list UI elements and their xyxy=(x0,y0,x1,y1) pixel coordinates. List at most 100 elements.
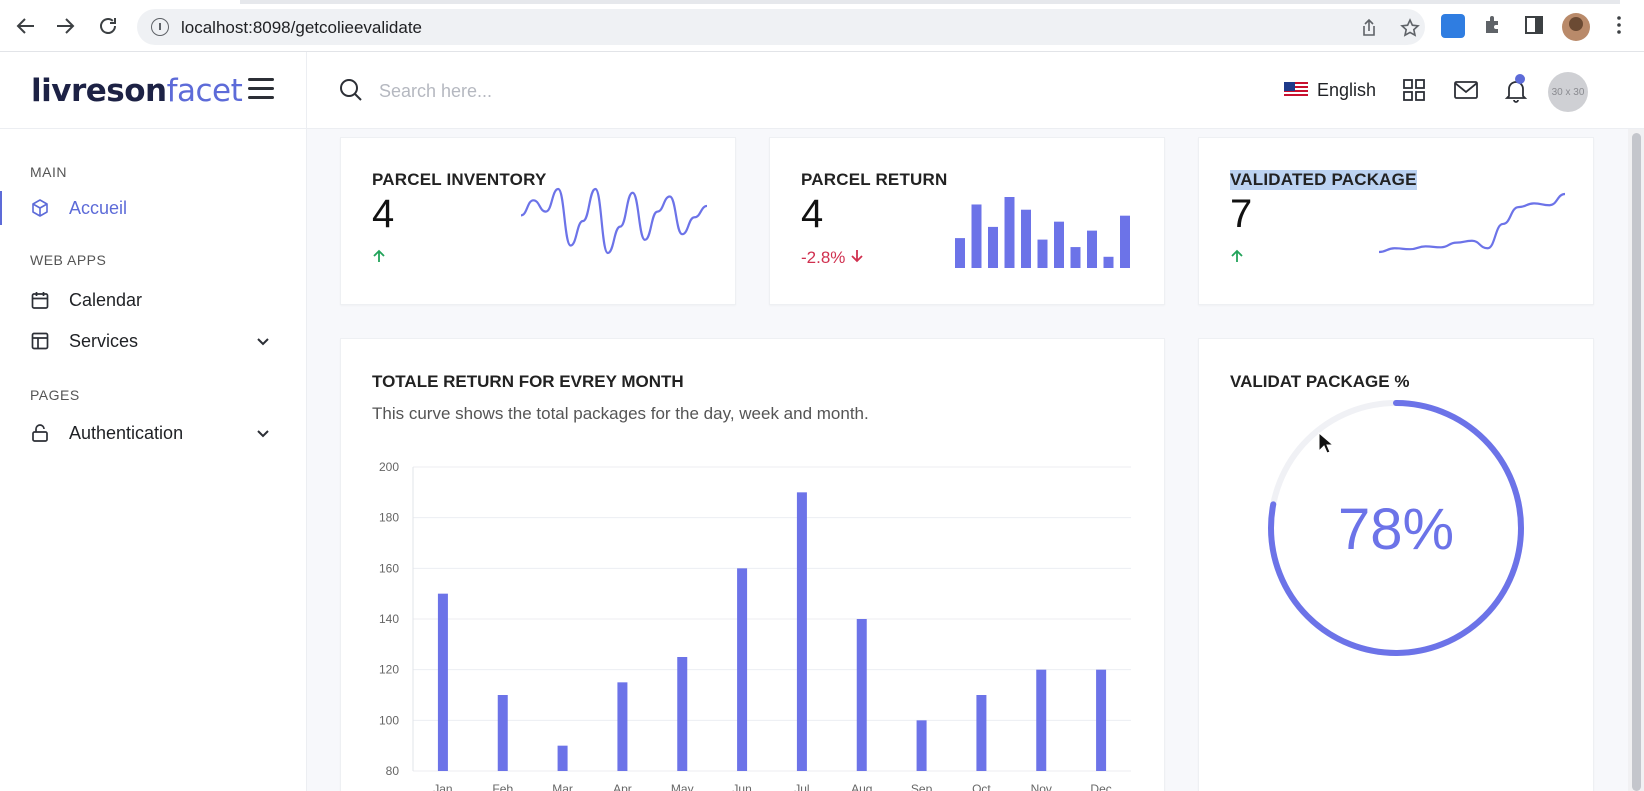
stat-card-value: 4 xyxy=(801,192,824,236)
mail-icon[interactable] xyxy=(1453,78,1479,104)
spark-bar xyxy=(1054,221,1064,268)
spark-bar xyxy=(988,226,998,268)
section-pages: PAGES xyxy=(30,387,80,403)
stat-card-parcel-return: PARCEL RETURN 4 -2.8% xyxy=(769,137,1165,305)
side-panel-icon[interactable] xyxy=(1523,14,1547,38)
sidebar: livresonfacet MAIN Accueil WEB APPS Cale… xyxy=(0,52,307,791)
browser-menu-icon[interactable] xyxy=(1608,14,1632,38)
spark-bar xyxy=(1103,256,1114,268)
stat-card-value: 4 xyxy=(372,192,395,236)
stat-card-value: 7 xyxy=(1230,192,1253,236)
address-bar[interactable]: localhost:8098/getcolieevalidate xyxy=(137,9,1425,45)
lock-icon xyxy=(30,423,50,443)
y-tick-label: 80 xyxy=(386,764,400,778)
y-tick-label: 140 xyxy=(379,612,399,626)
logo[interactable]: livresonfacet xyxy=(31,73,243,109)
bar-jun[interactable] xyxy=(737,568,748,771)
sidebar-item-services[interactable]: Services xyxy=(0,324,307,358)
profile-avatar[interactable] xyxy=(1562,13,1590,41)
bookmark-star-icon[interactable] xyxy=(1400,18,1420,38)
x-tick-label: Apr xyxy=(613,782,632,791)
tab-strip xyxy=(240,0,1620,4)
arrow-up-icon xyxy=(373,249,385,262)
mouse-cursor-icon xyxy=(1318,432,1334,454)
logo-area: livresonfacet xyxy=(0,52,307,129)
us-flag-icon[interactable] xyxy=(1284,82,1308,98)
bar-dec[interactable] xyxy=(1096,669,1107,771)
extensions-puzzle-icon[interactable] xyxy=(1482,14,1506,38)
spark-bar xyxy=(1120,215,1130,268)
x-tick-label: Jan xyxy=(433,782,452,791)
sparkline-parcel-return xyxy=(955,197,1130,268)
notification-badge xyxy=(1515,74,1525,84)
spark-bar xyxy=(1070,247,1081,268)
x-tick-label: Nov xyxy=(1031,782,1052,791)
x-tick-label: Sep xyxy=(911,782,933,791)
active-indicator xyxy=(0,191,2,225)
spark-bar xyxy=(955,238,965,268)
bar-mar[interactable] xyxy=(557,745,568,771)
search-input[interactable] xyxy=(379,76,679,106)
y-tick-label: 180 xyxy=(379,511,399,525)
avatar[interactable]: 30 x 30 xyxy=(1548,72,1588,112)
arrow-up-icon xyxy=(1231,249,1243,262)
sidebar-item-label: Authentication xyxy=(69,422,184,443)
chevron-down-icon xyxy=(256,334,270,348)
bar-apr[interactable] xyxy=(617,682,628,771)
back-icon[interactable] xyxy=(14,14,38,38)
bar-jul[interactable] xyxy=(796,492,807,771)
bar-oct[interactable] xyxy=(976,695,987,771)
logo-bold-text: livreson xyxy=(31,73,167,109)
x-tick-label: Mar xyxy=(552,782,573,791)
share-icon[interactable] xyxy=(1359,18,1379,38)
stat-card-parcel-inventory: PARCEL INVENTORY 4 xyxy=(340,137,736,305)
sidebar-item-accueil[interactable]: Accueil xyxy=(0,191,307,225)
monthly-return-chart-card: TOTALE RETURN FOR EVREY MONTH This curve… xyxy=(340,338,1165,791)
language-selector[interactable]: English xyxy=(1317,80,1376,101)
browser-toolbar: localhost:8098/getcolieevalidate xyxy=(0,0,1644,52)
trend-indicator: -2.8% xyxy=(801,248,864,268)
forward-icon[interactable] xyxy=(53,14,77,38)
spark-bar xyxy=(1021,209,1031,268)
y-tick-label: 100 xyxy=(379,713,399,727)
spark-bar xyxy=(1087,230,1097,268)
y-tick-label: 120 xyxy=(379,663,399,677)
bar-aug[interactable] xyxy=(856,619,867,771)
scrollbar-thumb[interactable] xyxy=(1632,133,1641,791)
x-tick-label: Jul xyxy=(794,782,809,791)
calendar-icon xyxy=(30,290,50,310)
extension-fi-icon[interactable] xyxy=(1441,14,1465,38)
gauge-value: 78% xyxy=(1338,497,1454,562)
sidebar-item-calendar[interactable]: Calendar xyxy=(0,283,307,317)
bar-nov[interactable] xyxy=(1036,669,1047,771)
x-tick-label: May xyxy=(671,782,694,791)
x-tick-label: Jun xyxy=(732,782,751,791)
x-tick-label: Dec xyxy=(1090,782,1111,791)
bar-may[interactable] xyxy=(677,657,688,771)
menu-toggle-icon[interactable] xyxy=(248,78,274,100)
site-info-icon[interactable] xyxy=(151,18,169,36)
x-tick-label: Oct xyxy=(972,782,991,791)
search-icon[interactable] xyxy=(339,78,363,102)
bar-jan[interactable] xyxy=(437,593,448,771)
spark-bar xyxy=(1037,239,1048,268)
monthly-bar-chart: 80 100 120 140 160 180 200 Jan Feb Mar Apr May Jun Ju… xyxy=(379,460,1131,791)
trend-indicator xyxy=(372,248,386,268)
apps-grid-icon[interactable] xyxy=(1402,78,1428,104)
spark-bar xyxy=(1004,197,1015,268)
url-text: localhost:8098/getcolieevalidate xyxy=(181,18,423,37)
section-web-apps: WEB APPS xyxy=(30,252,107,268)
bar-sep[interactable] xyxy=(916,720,927,771)
y-tick-label: 200 xyxy=(379,460,399,474)
logo-light-text: facet xyxy=(166,73,243,109)
top-header: English 30 x 30 xyxy=(307,52,1644,129)
sidebar-item-authentication[interactable]: Authentication xyxy=(0,416,307,450)
reload-icon[interactable] xyxy=(96,14,120,38)
arrow-down-icon xyxy=(851,250,863,263)
sidebar-item-label: Calendar xyxy=(69,289,143,310)
chevron-down-icon xyxy=(256,426,270,440)
y-tick-label: 160 xyxy=(379,561,399,575)
bar-feb[interactable] xyxy=(497,695,508,771)
spark-bar xyxy=(971,204,982,268)
radial-gauge: 78% xyxy=(1268,400,1524,656)
